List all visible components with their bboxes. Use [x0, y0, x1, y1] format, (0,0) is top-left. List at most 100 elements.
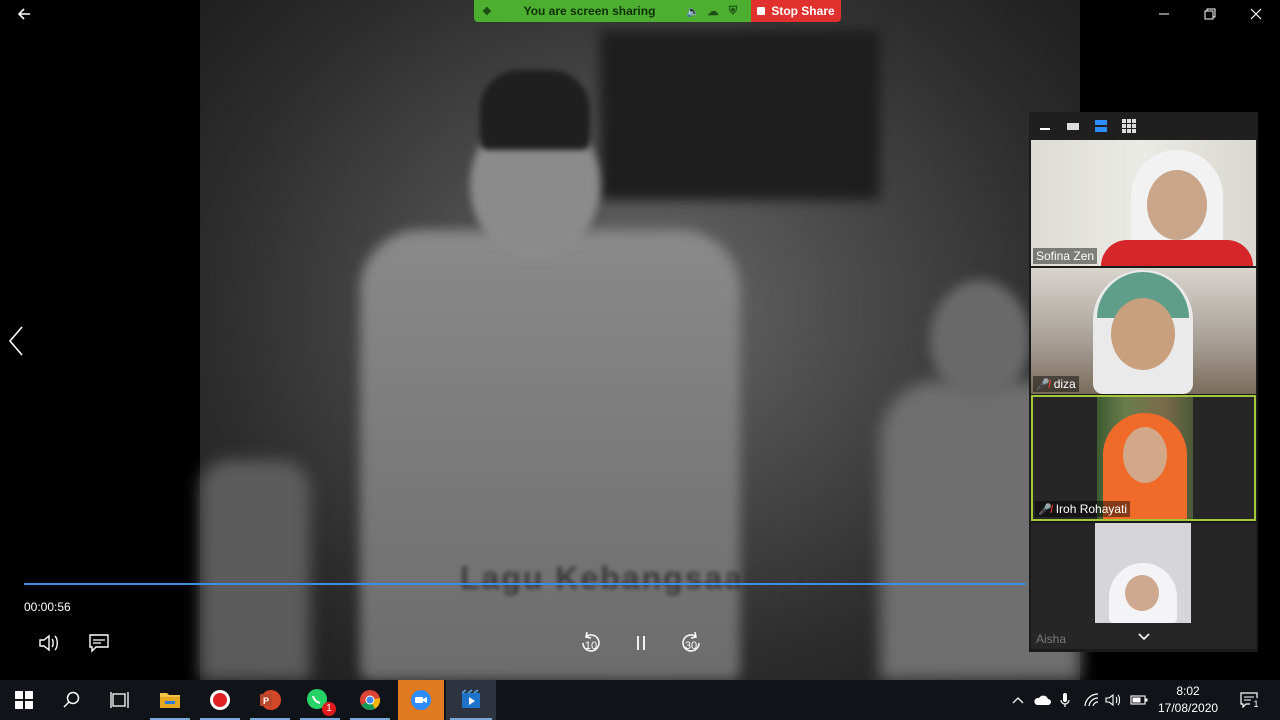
- tray-overflow-button[interactable]: [1008, 690, 1028, 710]
- whatsapp-badge: 1: [322, 702, 336, 716]
- wifi-icon: [1084, 693, 1099, 707]
- screen-share-bar: ❖ You are screen sharing 🔈 ☁ ⛨ Stop Shar…: [474, 0, 841, 22]
- video-figure-right-head: [930, 280, 1030, 400]
- taskbar-whatsapp[interactable]: 1: [296, 680, 344, 720]
- participant-tile-active-speaker[interactable]: 🎤̸ Iroh Rohayati: [1031, 395, 1256, 521]
- rewind-button[interactable]: 10: [576, 628, 606, 658]
- video-figure-main-cap: [480, 70, 590, 150]
- taskbar-zoom[interactable]: [398, 680, 444, 720]
- pin-icon[interactable]: ❖: [482, 5, 496, 18]
- seek-bar[interactable]: [24, 583, 1026, 585]
- participant-name: Aisha: [1036, 632, 1067, 646]
- volume-button[interactable]: [34, 628, 64, 658]
- participant-tile[interactable]: Sofina Zen: [1031, 140, 1256, 266]
- elapsed-time: 00:00:56: [24, 600, 71, 614]
- clock-date: 17/08/2020: [1158, 701, 1219, 715]
- participant-name-tag: 🎤̸ diza: [1033, 376, 1079, 392]
- minimize-gallery-button[interactable]: [1035, 116, 1055, 136]
- battery-icon: [1130, 695, 1148, 705]
- task-view-button[interactable]: [96, 680, 144, 720]
- taskbar-screen-recorder[interactable]: [196, 680, 244, 720]
- participant-gallery: Sofina Zen 🎤̸ diza 🎤̸ Iroh Rohayati Aish…: [1029, 112, 1258, 652]
- cloud-icon[interactable]: ☁: [703, 5, 723, 18]
- powerpoint-icon: P: [260, 690, 281, 710]
- pause-button[interactable]: [626, 628, 656, 658]
- participant-face: [1111, 298, 1175, 370]
- record-icon: [210, 690, 230, 710]
- forward-seconds: 30: [684, 640, 698, 652]
- restore-icon: [1204, 8, 1216, 20]
- audio-icon[interactable]: 🔈: [683, 5, 703, 18]
- previous-button[interactable]: [6, 324, 26, 358]
- taskbar-powerpoint[interactable]: P: [246, 680, 294, 720]
- forward-button[interactable]: 30: [676, 628, 706, 658]
- cloud-icon: [1034, 695, 1051, 705]
- muted-mic-icon: 🎤̸: [1036, 378, 1050, 391]
- action-center-button[interactable]: 1: [1238, 690, 1262, 710]
- chevron-left-icon: [8, 326, 23, 356]
- speaker-view-button[interactable]: [1063, 116, 1083, 136]
- video-stage: Lagu Kebangsaan RI ❖ You are screen shar…: [0, 0, 1280, 680]
- strip-view-button[interactable]: [1091, 116, 1111, 136]
- tray-microphone[interactable]: [1055, 690, 1075, 710]
- shared-video-frame: Lagu Kebangsaan RI: [200, 0, 1080, 680]
- video-background-window: [600, 30, 880, 200]
- taskbar-file-explorer[interactable]: [146, 680, 194, 720]
- search-icon: [63, 691, 80, 708]
- taskbar-chrome[interactable]: [346, 680, 394, 720]
- muted-mic-icon: 🎤̸: [1038, 503, 1052, 516]
- video-figure-main-body: [360, 230, 740, 680]
- start-button[interactable]: [0, 680, 48, 720]
- taskbar-clock[interactable]: 8:02 17/08/2020: [1158, 683, 1218, 717]
- share-status-text: You are screen sharing: [523, 4, 656, 18]
- participant-video: [1095, 523, 1191, 623]
- svg-text:P: P: [263, 696, 269, 706]
- folder-icon: [160, 693, 180, 708]
- tray-volume[interactable]: [1103, 690, 1123, 710]
- tray-battery[interactable]: [1129, 690, 1149, 710]
- grid-view-icon: [1122, 119, 1136, 133]
- minimize-icon: [1159, 13, 1169, 15]
- media-player-icon: [461, 689, 480, 708]
- clock-time: 8:02: [1176, 684, 1200, 698]
- pause-icon: [637, 636, 645, 650]
- single-view-icon: [1067, 123, 1079, 130]
- search-button[interactable]: [48, 680, 96, 720]
- minimize-button[interactable]: [1152, 4, 1176, 28]
- participant-face: [1125, 575, 1159, 611]
- taskbar-movies-tv[interactable]: [446, 680, 496, 720]
- close-icon: [1250, 8, 1262, 20]
- stop-icon: [757, 7, 766, 15]
- participant-name-tag: Sofina Zen: [1033, 248, 1098, 264]
- gallery-toolbar: [1029, 112, 1258, 140]
- volume-icon: [39, 634, 58, 652]
- participant-tile[interactable]: 🎤̸ diza: [1031, 268, 1256, 394]
- windows-logo-icon: [15, 691, 33, 709]
- stop-share-button[interactable]: Stop Share: [751, 0, 841, 22]
- captions-button[interactable]: [84, 628, 114, 658]
- restore-button[interactable]: [1198, 4, 1222, 28]
- video-caption: Lagu Kebangsaan RI: [460, 560, 813, 596]
- share-status-pill[interactable]: ❖ You are screen sharing 🔈 ☁ ⛨: [474, 0, 751, 22]
- chevron-down-icon: [1138, 633, 1150, 641]
- tray-wifi[interactable]: [1081, 690, 1101, 710]
- close-button[interactable]: [1244, 4, 1268, 28]
- grid-view-button[interactable]: [1119, 116, 1139, 136]
- strip-view-icon: [1095, 120, 1107, 132]
- gallery-scroll-down-button[interactable]: [1129, 628, 1159, 646]
- minimize-icon: [1040, 128, 1050, 130]
- back-arrow-icon: [17, 8, 30, 20]
- participant-name: Iroh Rohayati: [1055, 502, 1128, 516]
- participant-name-tag: Aisha: [1033, 631, 1069, 647]
- back-arrow-button[interactable]: [12, 4, 36, 28]
- speaker-icon: [1105, 693, 1121, 707]
- participant-face: [1147, 170, 1207, 240]
- notification-count: 1: [1250, 698, 1262, 710]
- chrome-icon: [360, 690, 381, 711]
- participant-name: Sofina Zen: [1036, 249, 1095, 263]
- zoom-camera-icon: [411, 690, 431, 710]
- microphone-icon: [1060, 693, 1070, 707]
- video-figure-left: [200, 460, 310, 680]
- shield-icon[interactable]: ⛨: [723, 5, 743, 18]
- tray-onedrive[interactable]: [1032, 690, 1052, 710]
